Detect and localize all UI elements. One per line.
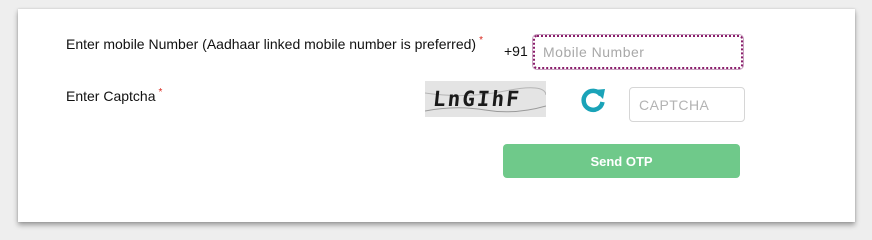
mobile-number-label-text: Enter mobile Number (Aadhaar linked mobi… (66, 36, 477, 52)
captcha-text: LnGIhF (432, 86, 522, 111)
send-otp-button[interactable]: Send OTP (503, 144, 740, 178)
captcha-label-text: Enter Captcha (66, 88, 156, 104)
otp-form-card: Enter mobile Number (Aadhaar linked mobi… (18, 9, 855, 222)
refresh-icon[interactable] (579, 86, 607, 114)
country-code: +91 (504, 43, 528, 59)
mobile-number-label: Enter mobile Number (Aadhaar linked mobi… (66, 35, 483, 52)
required-marker: * (479, 35, 483, 46)
required-marker: * (158, 87, 163, 98)
captcha-input[interactable] (629, 87, 745, 122)
captcha-image: LnGIhF (425, 81, 546, 117)
captcha-label: Enter Captcha * (66, 87, 163, 104)
mobile-number-input[interactable] (533, 35, 743, 69)
